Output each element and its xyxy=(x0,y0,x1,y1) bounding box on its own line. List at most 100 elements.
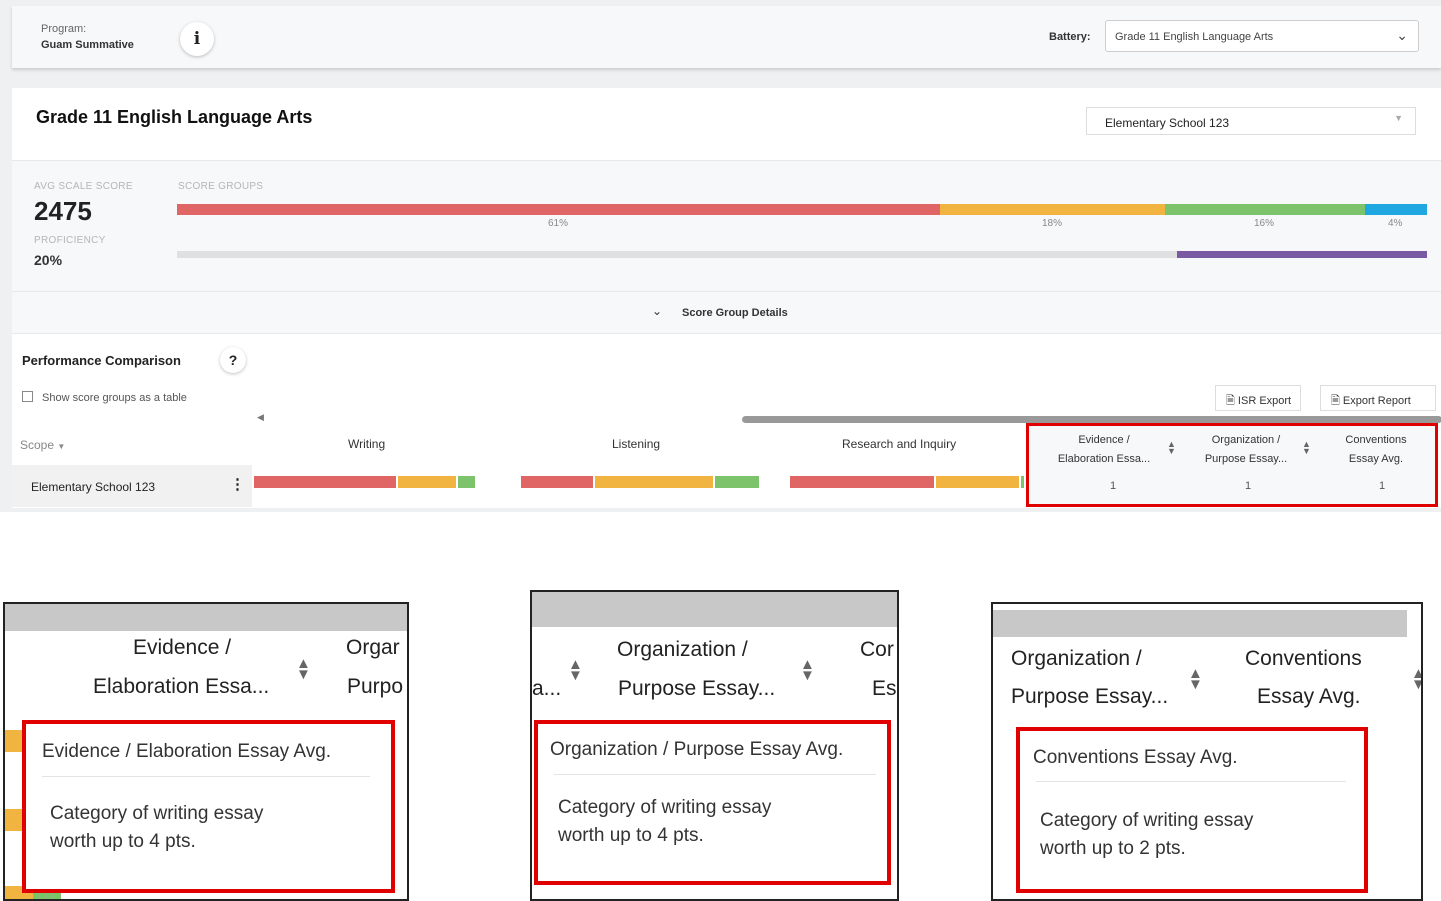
isr-export-label: ISR Export xyxy=(1237,395,1292,407)
column-header-line: Es xyxy=(872,677,897,700)
score-group-details-toggle[interactable]: ⌄ Score Group Details xyxy=(12,292,1441,334)
tooltip-body: Category of writing essay worth up to 2 … xyxy=(1040,807,1253,863)
tooltip-title: Evidence / Elaboration Essay Avg. xyxy=(42,741,332,762)
tooltip-evidence: Evidence / Elaboration Essay Avg. Catego… xyxy=(22,720,395,893)
organization-value: 1 xyxy=(1245,480,1252,492)
column-header-line: Essay Avg. xyxy=(1348,453,1404,465)
score-group-segment[interactable] xyxy=(595,476,714,488)
tooltip-line: Category of writing essay xyxy=(1040,810,1254,831)
column-header-line: Organization / xyxy=(1011,647,1142,670)
divider xyxy=(554,774,876,775)
evidence-value: 1 xyxy=(1110,480,1117,492)
avg-scale-score: 2475 xyxy=(34,196,92,226)
bar-segment xyxy=(5,730,23,752)
listening-stacked-bar[interactable] xyxy=(521,476,761,488)
score-group-segment[interactable] xyxy=(715,476,759,488)
horizontal-scrollbar[interactable]: ◀ xyxy=(257,412,1441,423)
help-icon[interactable]: ? xyxy=(220,347,246,373)
export-report-button[interactable]: 🗎 Export Report xyxy=(1320,385,1436,411)
column-header-listening[interactable]: Listening xyxy=(612,437,660,451)
column-header-line: Cor xyxy=(860,638,894,661)
score-group-segment[interactable] xyxy=(1364,204,1427,215)
isr-export-button[interactable]: 🗎 ISR Export xyxy=(1215,385,1301,411)
performance-comparison-title: Performance Comparison xyxy=(22,353,181,368)
sort-icon[interactable]: ▲▼ xyxy=(1411,666,1421,692)
sort-icon[interactable]: ▲▼ xyxy=(1167,440,1176,456)
score-group-pct: 18% xyxy=(1042,218,1063,229)
column-header-conventions[interactable]: Conventions Essay Avg. xyxy=(1321,431,1431,469)
battery-select[interactable]: Grade 11 English Language Arts ⌄ xyxy=(1105,20,1419,52)
proficiency-label: PROFICIENCY xyxy=(34,235,106,246)
tooltip-line: Category of writing essay xyxy=(558,797,772,818)
column-header-research[interactable]: Research and Inquiry xyxy=(842,437,956,451)
page-title: Grade 11 English Language Arts xyxy=(36,107,313,127)
report-card: Grade 11 English Language Arts Elementar… xyxy=(12,88,1441,508)
tooltip-body: Category of writing essay worth up to 4 … xyxy=(558,794,771,850)
score-group-segment[interactable] xyxy=(1164,204,1365,215)
score-group-pct: 16% xyxy=(1254,218,1275,229)
column-header-line: Essay Avg. xyxy=(1257,685,1361,708)
score-group-segment[interactable] xyxy=(458,476,476,488)
table-row[interactable]: Elementary School 123 ⋮ xyxy=(12,465,252,507)
column-header-evidence[interactable]: Evidence / Elaboration Essa... xyxy=(1044,431,1164,469)
file-icon: 🗎 xyxy=(1226,395,1235,407)
writing-stacked-bar[interactable] xyxy=(254,476,494,488)
scrollbar-strip xyxy=(532,592,897,627)
scope-header[interactable]: Scope ▼ xyxy=(20,438,65,452)
divider xyxy=(1036,781,1346,782)
battery-label: Battery: xyxy=(1049,31,1091,43)
research-stacked-bar[interactable] xyxy=(790,476,1026,488)
column-header-line: Elaboration Essa... xyxy=(93,675,270,698)
file-icon: 🗎 xyxy=(1331,395,1340,407)
program-value: Guam Summative xyxy=(41,39,134,51)
column-header-line: Conventions xyxy=(1345,434,1407,446)
kebab-menu-icon[interactable]: ⋮ xyxy=(230,475,245,493)
scrollbar-thumb[interactable] xyxy=(742,416,1441,423)
show-table-label: Show score groups as a table xyxy=(42,392,187,404)
column-header-writing[interactable]: Writing xyxy=(348,437,385,451)
sort-icon[interactable]: ▲▼ xyxy=(296,656,311,682)
proficiency-bar xyxy=(177,251,1427,258)
chevron-down-icon: ⌄ xyxy=(1396,27,1408,43)
bar-segment xyxy=(5,809,23,831)
scope-column: Scope ▼ Elementary School 123 ⋮ xyxy=(12,413,252,508)
sort-icon[interactable]: ▲▼ xyxy=(1302,440,1311,456)
show-table-checkbox[interactable] xyxy=(22,391,33,402)
column-header-line: a... xyxy=(532,677,562,700)
column-header-organization[interactable]: Organization / Purpose Essay... xyxy=(1186,431,1306,469)
score-group-segment[interactable] xyxy=(939,204,1165,215)
score-group-details-label: Score Group Details xyxy=(682,307,788,319)
score-group-segment[interactable] xyxy=(790,476,935,488)
tooltip-title: Organization / Purpose Essay Avg. xyxy=(550,739,844,760)
column-header-line: Conventions xyxy=(1245,647,1362,670)
chevron-down-icon: ⌄ xyxy=(652,304,663,318)
sort-icon[interactable]: ▲▼ xyxy=(568,657,583,683)
chevron-down-icon: ▼ xyxy=(1394,113,1403,123)
column-header-line: Orgar xyxy=(346,636,400,659)
score-group-segment[interactable] xyxy=(521,476,594,488)
score-group-segment[interactable] xyxy=(177,204,940,215)
score-group-segment[interactable] xyxy=(398,476,456,488)
scope-header-label: Scope xyxy=(20,438,55,452)
sort-down-icon: ▼ xyxy=(57,442,66,451)
score-group-segment[interactable] xyxy=(1021,476,1024,488)
sort-icon[interactable]: ▲▼ xyxy=(800,657,815,683)
battery-select-value: Grade 11 English Language Arts xyxy=(1115,31,1274,43)
score-groups-bar[interactable] xyxy=(177,204,1427,215)
sort-icon[interactable]: ▲▼ xyxy=(1188,666,1203,692)
score-group-segment[interactable] xyxy=(936,476,1020,488)
score-summary: AVG SCALE SCORE 2475 PROFICIENCY 20% SCO… xyxy=(12,160,1441,292)
program-bar: Program: Guam Summative i Battery: Grade… xyxy=(12,6,1441,68)
column-header-line: Purpo xyxy=(347,675,404,698)
proficiency-value: 20% xyxy=(34,252,63,268)
column-header-line: Elaboration Essa... xyxy=(1057,453,1151,465)
column-header-line: Purpose Essay... xyxy=(1011,685,1169,708)
avg-scale-score-label: AVG SCALE SCORE xyxy=(34,181,133,192)
score-group-pct: 4% xyxy=(1388,218,1403,229)
divider xyxy=(42,776,370,777)
school-select[interactable]: Elementary School 123 ▼ xyxy=(1086,107,1416,135)
info-icon[interactable]: i xyxy=(180,22,214,56)
conventions-value: 1 xyxy=(1379,480,1386,492)
score-group-segment[interactable] xyxy=(254,476,396,488)
scroll-left-icon[interactable]: ◀ xyxy=(257,412,264,423)
